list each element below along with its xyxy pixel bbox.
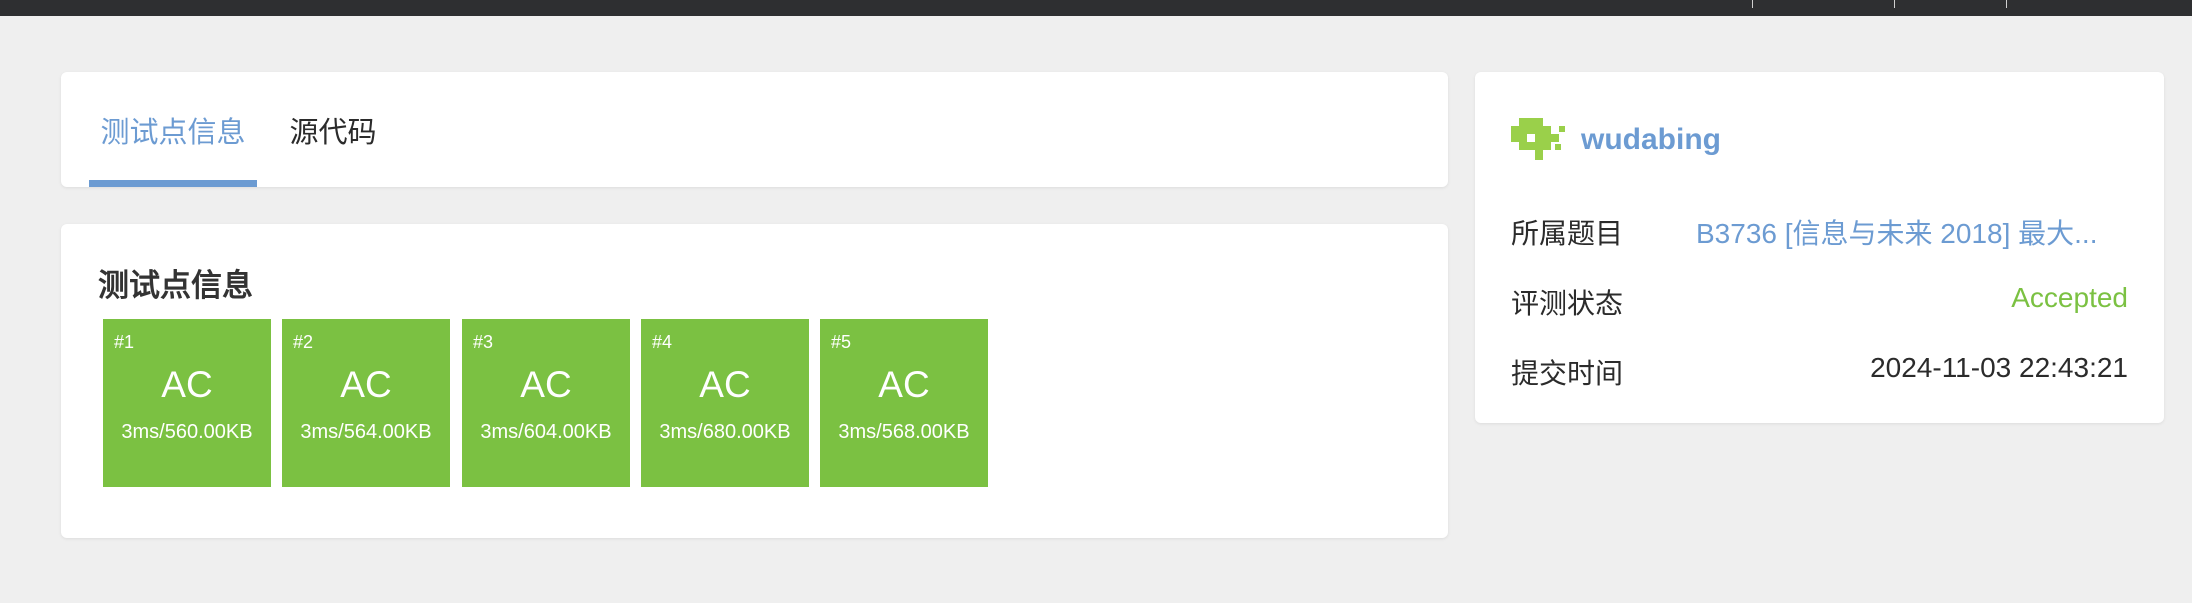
test-point-stats: 3ms/604.00KB: [480, 421, 612, 443]
problem-link[interactable]: B3736 [信息与未来 2018] 最大...: [1696, 212, 2098, 252]
test-point-index: #1: [114, 332, 135, 352]
top-bar-divider: [1752, 0, 1753, 8]
test-points-card: 测试点信息 #1 AC 3ms/560.00KB #2 AC 3ms/564.0…: [61, 224, 1448, 538]
tab-source-code[interactable]: 源代码: [271, 72, 395, 187]
submit-time-value: 2024-11-03 22:43:21: [1870, 352, 2128, 383]
test-point-result: AC: [699, 364, 751, 405]
status-label: 评测状态: [1511, 288, 1624, 319]
test-point-index: #2: [293, 332, 314, 352]
username-link[interactable]: wudabing: [1581, 123, 1721, 157]
test-point-tile[interactable]: #3 AC 3ms/604.00KB: [462, 319, 630, 487]
test-point-stats: 3ms/680.00KB: [659, 421, 791, 443]
test-point-result: AC: [520, 364, 572, 405]
tabs-card: 测试点信息 源代码: [61, 72, 1448, 187]
test-point-index: #5: [831, 332, 852, 352]
test-point-stats: 3ms/564.00KB: [300, 421, 432, 443]
submit-time-label: 提交时间: [1511, 358, 1624, 389]
test-point-result: AC: [340, 364, 392, 405]
top-bar-divider: [1894, 0, 1895, 8]
avatar[interactable]: [1511, 116, 1567, 164]
top-bar-divider: [2006, 0, 2007, 8]
test-point-result: AC: [161, 364, 213, 405]
problem-label: 所属题目: [1511, 218, 1624, 249]
test-point-index: #3: [473, 332, 494, 352]
section-title: 测试点信息: [98, 268, 253, 303]
test-point-stats: 3ms/560.00KB: [121, 421, 253, 443]
submission-info-card: wudabing 所属题目 B3736 [信息与未来 2018] 最大... 评…: [1475, 72, 2164, 423]
test-point-tile[interactable]: #4 AC 3ms/680.00KB: [641, 319, 809, 487]
test-point-tile[interactable]: #5 AC 3ms/568.00KB: [820, 319, 988, 487]
test-point-result: AC: [878, 364, 930, 405]
test-point-stats: 3ms/568.00KB: [838, 421, 970, 443]
test-point-tile[interactable]: #2 AC 3ms/564.00KB: [282, 319, 450, 487]
active-tab-indicator: [89, 180, 257, 187]
test-point-index: #4: [652, 332, 673, 352]
tab-test-points[interactable]: 测试点信息: [89, 72, 257, 187]
top-bar: [0, 0, 2192, 16]
test-point-tile[interactable]: #1 AC 3ms/560.00KB: [103, 319, 271, 487]
status-value: Accepted: [2011, 282, 2128, 313]
